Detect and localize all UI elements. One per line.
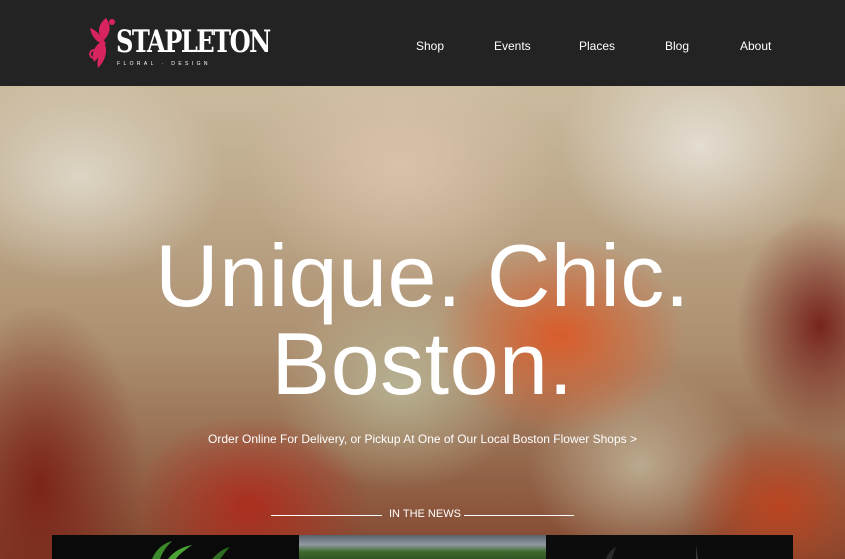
divider-right <box>464 515 574 516</box>
hero-banner: Unique. Chic. Boston. Order Online For D… <box>0 86 845 559</box>
headline-line-2: Boston. <box>271 314 574 413</box>
in-the-news-heading: IN THE NEWS <box>271 508 574 520</box>
order-online-link[interactable]: Order Online For Delivery, or Pickup At … <box>0 432 845 446</box>
nav-link-events[interactable]: Events <box>494 39 531 53</box>
news-gallery <box>52 535 793 559</box>
nav-link-shop[interactable]: Shop <box>416 39 444 53</box>
plant-image <box>606 545 698 559</box>
nav-link-blog[interactable]: Blog <box>665 39 689 53</box>
nav-link-places[interactable]: Places <box>579 39 615 53</box>
news-tile[interactable] <box>52 535 299 559</box>
top-navigation-bar: STAPLETON FLORAL · DESIGN Shop Events Pl… <box>0 0 845 86</box>
news-tile[interactable] <box>546 535 793 559</box>
plant-image <box>152 541 230 559</box>
headline-line-1: Unique. Chic. <box>155 226 690 325</box>
hero-headline: Unique. Chic. Boston. <box>0 232 845 408</box>
news-tile[interactable] <box>299 535 546 559</box>
nav-link-about[interactable]: About <box>740 39 771 53</box>
in-the-news-label: IN THE NEWS <box>389 508 461 520</box>
main-nav: Shop Events Places Blog About <box>0 0 845 86</box>
divider-left <box>271 515 382 516</box>
